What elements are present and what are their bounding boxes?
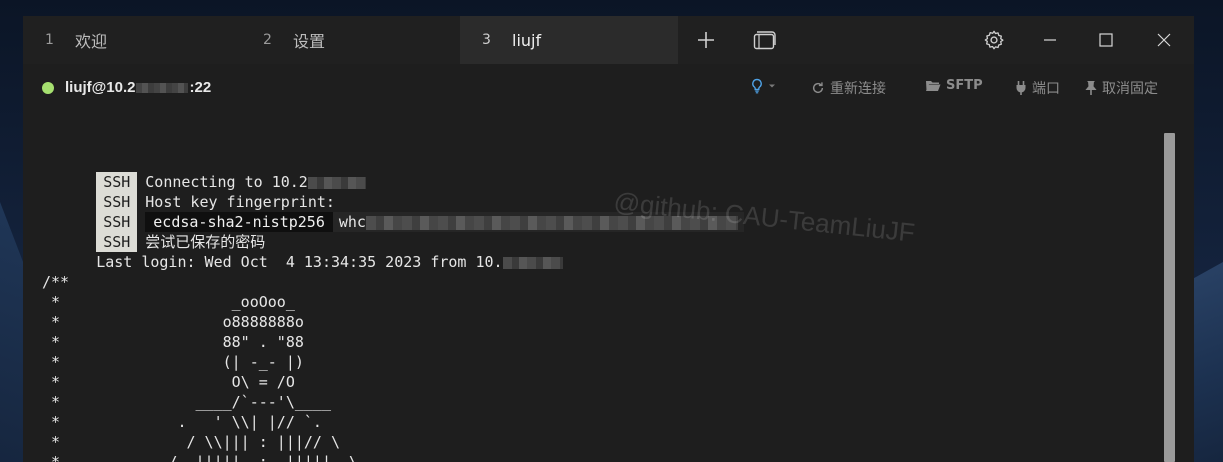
port-label: 端口 [1032,81,1060,97]
tab-session-liujf[interactable]: 3 liujf [460,16,678,64]
unpin-button[interactable]: 取消固定 [1085,78,1158,98]
new-tab-button[interactable] [683,16,729,64]
windows-icon [753,31,776,50]
ascii-art-line: * / _||||| -:- |||||- \ [42,453,359,462]
last-login-line: Last login: Wed Oct 4 13:34:35 2023 from… [42,232,563,271]
tab-label: 设置 [293,32,326,51]
tab-number: 1 [45,32,54,48]
gear-icon [984,30,1004,50]
ssh-log-line: SSH 尝试已保存的密码 [42,212,265,252]
tab-number: 2 [263,32,272,48]
ascii-art-line: * ____/`---'\____ [42,393,331,411]
tab-overview-button[interactable] [741,16,787,64]
close-icon [1157,33,1171,47]
terminal-output[interactable]: SSH Connecting to 10.2 SSH Host key finger… [23,112,1163,462]
tab-welcome[interactable]: 1 欢迎 [23,16,241,64]
pin-icon [1085,81,1097,95]
terminal-window: 1 欢迎 2 设置 3 liujf liujf@10.2:22 重新连接 SF… [23,16,1194,462]
refresh-icon [812,82,824,94]
redacted-fingerprint [365,215,738,230]
plus-icon [698,32,714,48]
ascii-art-line: * o8888888o [42,313,304,331]
sftp-label: SFTP [946,78,983,93]
reconnect-button[interactable]: 重新连接 [811,78,886,98]
tab-number: 3 [482,32,491,48]
last-login-text: Last login: Wed Oct 4 13:34:35 2023 from… [96,253,503,271]
tab-label: 欢迎 [75,32,108,51]
connection-port: :22 [189,79,212,96]
connection-label: liujf@10.2 :22 [65,79,211,96]
ssh-log-line: SSH Connecting to 10.2 [42,152,366,192]
close-button[interactable] [1141,16,1187,64]
sftp-button[interactable]: SFTP [925,78,983,93]
ssh-log-line: SSH ecdsa-sha2-nistp256 whc [42,192,744,232]
connection-host: liujf@10.2 [65,79,136,96]
ascii-art-line: * _ooOoo_ [42,293,295,311]
minimize-icon [1044,39,1056,41]
tab-label: liujf [512,30,542,50]
folder-open-icon [926,81,941,91]
ascii-art-line: * 88" . "88 [42,333,304,351]
fingerprint-value: whc [332,212,744,232]
session-toolbar: liujf@10.2 :22 重新连接 SFTP 端口 取消固定 [23,64,1194,112]
port-forward-button[interactable]: 端口 [1015,78,1060,98]
minimize-button[interactable] [1027,16,1073,64]
ssh-log-line: SSH Host key fingerprint: [42,172,335,212]
ascii-art-line: * O\ = /O [42,373,295,391]
tab-settings[interactable]: 2 设置 [241,16,460,64]
unpin-label: 取消固定 [1102,81,1158,97]
ascii-art-line: * / \\||| : |||// \ [42,433,341,451]
lightbulb-icon [752,78,762,94]
ascii-art-line: * (| -_- |) [42,353,304,371]
hint-dropdown-button[interactable] [751,78,776,94]
fingerprint-prefix: whc [338,213,366,231]
settings-button[interactable] [971,16,1017,64]
maximize-icon [1099,33,1113,47]
terminal-scrollbar[interactable] [1164,133,1175,462]
chevron-down-icon [769,84,775,88]
maximize-button[interactable] [1083,16,1129,64]
reconnect-label: 重新连接 [830,81,886,97]
ascii-art-line: * . ' \\| |// `. [42,413,322,431]
plug-icon [1016,81,1026,95]
redacted-host [136,83,189,94]
tab-bar: 1 欢迎 2 设置 3 liujf [23,16,1194,64]
ascii-art-line: /** [42,273,70,291]
redacted-ip [502,256,563,269]
connection-status-dot [42,82,54,94]
